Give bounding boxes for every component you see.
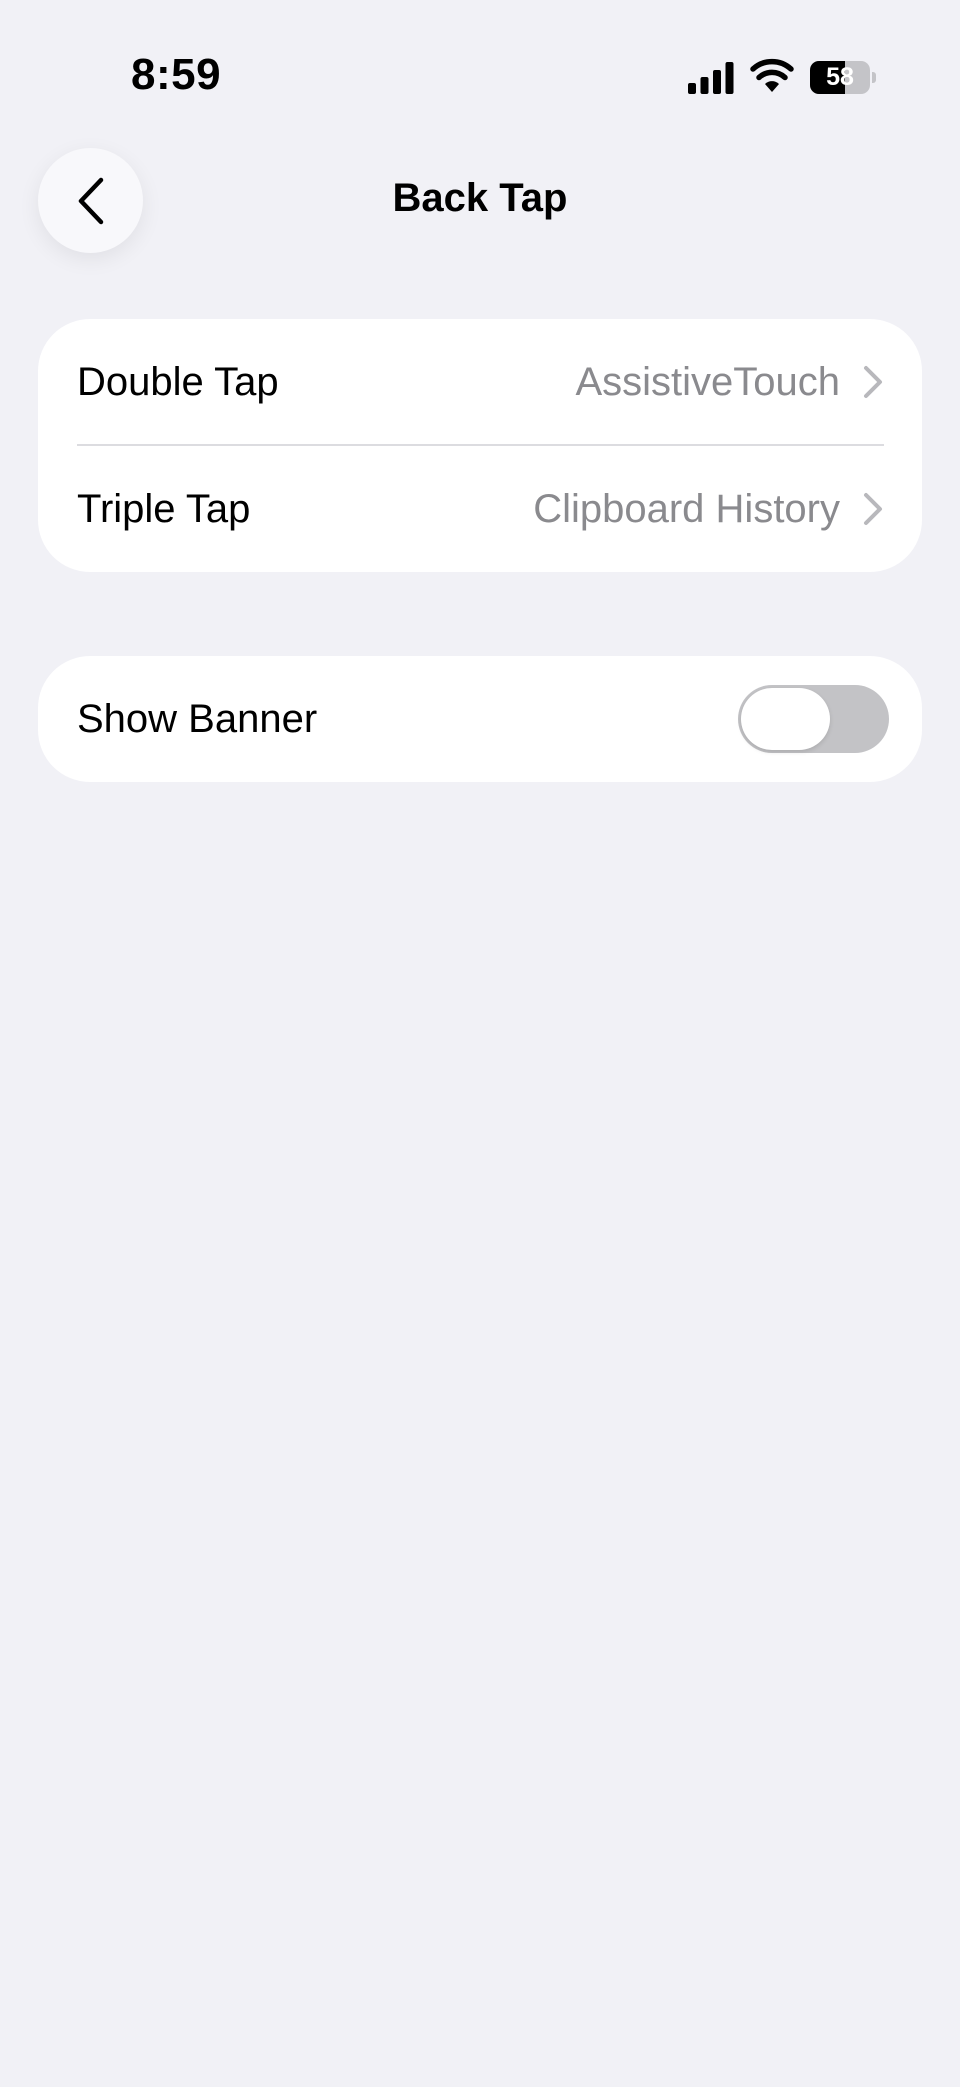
triple-tap-label: Triple Tap (77, 486, 251, 531)
status-bar: 8:59 58 (0, 0, 960, 150)
battery-level: 58 (826, 63, 854, 91)
wifi-icon (750, 58, 794, 92)
double-tap-label: Double Tap (77, 359, 279, 404)
tap-actions-card: Double Tap AssistiveTouch Triple Tap Cli… (38, 319, 922, 572)
double-tap-row[interactable]: Double Tap AssistiveTouch (38, 319, 922, 445)
triple-tap-value: Clipboard History (533, 486, 840, 531)
chevron-right-icon (864, 366, 882, 398)
battery-icon: 58 (810, 61, 876, 94)
battery-body: 58 (810, 61, 870, 94)
show-banner-row: Show Banner (38, 656, 922, 782)
status-time: 8:59 (131, 50, 222, 99)
double-tap-value: AssistiveTouch (575, 359, 840, 404)
toggle-knob (741, 688, 830, 750)
cellular-signal-icon (688, 62, 734, 94)
show-banner-label: Show Banner (77, 696, 318, 741)
battery-cap (872, 72, 876, 83)
show-banner-card: Show Banner (38, 656, 922, 782)
show-banner-toggle[interactable] (738, 685, 889, 753)
triple-tap-row[interactable]: Triple Tap Clipboard History (38, 446, 922, 572)
chevron-right-icon (864, 493, 882, 525)
page-title: Back Tap (392, 176, 568, 220)
